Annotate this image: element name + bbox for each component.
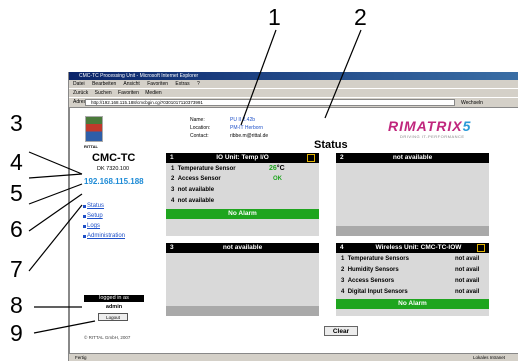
contact-value: ribbe.m@rittal.de	[230, 133, 269, 139]
browser-window: CMC-TC Processing Unit - Microsoft Inter…	[68, 72, 518, 361]
unit-name: CMC-TC	[92, 152, 136, 164]
sensor-row: 3 Access Sensors	[341, 278, 395, 284]
alarm-status: No Alarm	[336, 299, 489, 309]
callout-6: 6	[10, 216, 23, 242]
rimatrix-logo: RIMATRIX5	[388, 118, 471, 134]
address-bar: Adresse http://192.168.115.188/cmcbgin.c…	[69, 97, 518, 106]
panel-header: 1 IO Unit: Temp I/O	[166, 153, 319, 163]
page-title: Status	[314, 139, 348, 151]
sensor-row: 1 Temperature Sensor	[171, 166, 236, 172]
search-button[interactable]: Suchen	[95, 90, 112, 96]
browser-status-bar: Fertig Lokales Intranet	[69, 354, 518, 361]
sensor-value: not avail	[455, 289, 480, 295]
panel-wireless-unit: 4 Wireless Unit: CMC-TC-IOW 1 Temperatur…	[336, 243, 489, 316]
panel-header: 4 Wireless Unit: CMC-TC-IOW	[336, 243, 489, 253]
logged-in-label: logged in as	[84, 295, 144, 302]
menu-datei[interactable]: Datei	[73, 81, 85, 87]
menu-bearbeiten[interactable]: Bearbeiten	[92, 81, 116, 87]
callout-1: 1	[268, 4, 281, 30]
nav-administration[interactable]: Administration	[87, 233, 125, 239]
bullet-icon	[83, 235, 86, 238]
alarm-status: No Alarm	[166, 209, 319, 219]
rittal-logo-icon	[85, 116, 103, 142]
panel-title: Wireless Unit: CMC-TC-IOW	[375, 244, 462, 251]
sensor-value: not avail	[455, 256, 480, 262]
brand-suffix: 5	[462, 118, 472, 134]
bullet-icon	[83, 205, 86, 208]
panel-header: 3 not available	[166, 243, 319, 253]
access-value: OK	[273, 176, 282, 182]
name-label: Name:	[190, 117, 205, 123]
bullet-icon	[83, 225, 86, 228]
back-button[interactable]: Zurück	[73, 90, 88, 96]
menu-ansicht[interactable]: Ansicht	[123, 81, 139, 87]
callout-8: 8	[10, 292, 23, 318]
connector-icon[interactable]	[307, 154, 315, 162]
unit-model: DK 7320.100	[97, 166, 130, 172]
status-text: Fertig	[75, 355, 87, 360]
panel-footer	[336, 226, 489, 236]
address-input[interactable]: http://192.168.115.188/cmcbgin.cgi?03010…	[85, 99, 455, 106]
nav-status[interactable]: Status	[87, 203, 104, 209]
logout-button[interactable]: Logout	[98, 313, 128, 321]
window-title: CMC-TC Processing Unit - Microsoft Inter…	[69, 72, 518, 80]
callout-9: 9	[10, 320, 23, 346]
location-value: PM-IT Herborn	[230, 125, 263, 131]
unit-ip: 192.168.115.188	[84, 177, 144, 186]
sensor-value: not avail	[455, 278, 480, 284]
sensor-row: 1 Temperature Sensors	[341, 256, 409, 262]
sensor-row: 3 not available	[171, 187, 215, 193]
copyright: © RITTAL GmbH, 2007	[84, 335, 131, 340]
sensor-row: 2 Access Sensor	[171, 176, 221, 182]
panel-2: 2 not available	[336, 153, 489, 236]
zone-text: Lokales Intranet	[472, 355, 505, 360]
callout-7: 7	[10, 256, 23, 282]
panel-footer	[166, 306, 319, 316]
callout-5: 5	[10, 180, 23, 206]
location-label: Location:	[190, 125, 211, 131]
menu-favoriten[interactable]: Favoriten	[147, 81, 168, 87]
sensor-row: 4 Digital Input Sensors	[341, 289, 408, 295]
browser-toolbar: Zurück Suchen Favoriten Medien	[69, 88, 518, 97]
menu-bar: Datei Bearbeiten Ansicht Favoriten Extra…	[69, 80, 518, 88]
brand-tagline: DRIVING IT-PERFORMANCE	[400, 134, 465, 139]
callout-2: 2	[354, 4, 367, 30]
panel-3: 3 not available	[166, 243, 319, 316]
sensor-row: 2 Humidity Sensors	[341, 267, 399, 273]
favorites-button[interactable]: Favoriten	[118, 90, 139, 96]
manual-figure: CMC-TC Processing Unit - Microsoft Inter…	[0, 0, 518, 361]
panel-title: not available	[392, 154, 433, 161]
panel-header: 2 not available	[336, 153, 489, 163]
contact-label: Contact:	[190, 133, 209, 139]
clear-button[interactable]: Clear	[324, 326, 358, 336]
media-button[interactable]: Medien	[145, 90, 161, 96]
page-content: RITTAL CMC-TC DK 7320.100 192.168.115.18…	[69, 107, 518, 354]
temperature-value: 26°C	[269, 165, 285, 172]
logo-text: RITTAL	[84, 144, 98, 149]
callout-4: 4	[10, 149, 23, 175]
menu-help[interactable]: ?	[197, 81, 200, 87]
panel-title: not available	[222, 244, 263, 251]
sensor-row: 4 not available	[171, 198, 215, 204]
callout-3: 3	[10, 110, 23, 136]
nav-logs[interactable]: Logs	[87, 223, 100, 229]
panel-title: IO Unit: Temp I/O	[216, 154, 269, 161]
panel-io-unit: 1 IO Unit: Temp I/O 1 Temperature Sensor…	[166, 153, 319, 236]
logged-in-user: admin	[105, 304, 123, 310]
nav-setup[interactable]: Setup	[87, 213, 103, 219]
name-value: PU II 2.42b	[230, 117, 256, 123]
sensor-value: not avail	[455, 267, 480, 273]
brand-text: RIMATRIX	[388, 118, 463, 134]
bullet-icon	[83, 215, 86, 218]
connector-icon[interactable]	[477, 244, 485, 252]
menu-extras[interactable]: Extras	[175, 81, 189, 87]
